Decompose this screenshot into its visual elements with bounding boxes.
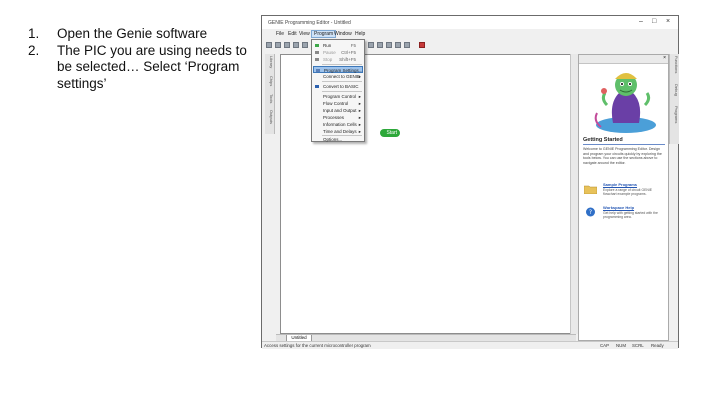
menu-help[interactable]: Help: [355, 31, 365, 37]
status-bar: Access settings for the current microcon…: [262, 341, 678, 349]
rotate-icon[interactable]: [404, 42, 410, 48]
menu-view[interactable]: View: [299, 31, 310, 37]
menu-item-input-output[interactable]: Input and Output ▸: [313, 107, 363, 114]
open-folder-icon[interactable]: [275, 42, 281, 48]
menu-item-flow-control[interactable]: Flow Control ▸: [313, 100, 363, 107]
submenu-arrow-icon: ▸: [358, 101, 361, 106]
status-ready: Ready: [651, 343, 664, 348]
close-button[interactable]: ×: [666, 18, 670, 26]
menu-item-program-control[interactable]: Program Control ▸: [313, 93, 363, 100]
folder-icon: [584, 185, 597, 194]
pointer-icon[interactable]: [377, 42, 383, 48]
convert-icon: [315, 85, 319, 88]
program-menu-dropdown: Run F5 Pause Ctrl+F5 Stop Shift+F5 Progr…: [311, 39, 365, 142]
menu-edit[interactable]: Edit: [288, 31, 297, 37]
genie-mascot-icon: [594, 73, 656, 133]
submenu-arrow-icon: ▸: [358, 94, 361, 99]
sample-programs-link[interactable]: Sample Programs: [603, 182, 637, 187]
canvas-vertical-scrollbar[interactable]: [570, 54, 578, 334]
menu-window[interactable]: Window: [334, 31, 352, 37]
menu-item-stop[interactable]: Stop Shift+F5: [313, 56, 363, 63]
help-icon: ?: [586, 207, 595, 217]
getting-started-intro: Welcome to GENIE Programming Editor. Des…: [583, 147, 662, 165]
menu-separator: [322, 91, 362, 92]
zoom-icon[interactable]: [395, 42, 401, 48]
menu-separator: [322, 81, 362, 82]
stop-menu-icon: [315, 58, 319, 61]
instruction-1: 1. Open the Genie software: [28, 26, 208, 41]
submenu-arrow-icon: ▸: [358, 108, 361, 113]
tab-outputs[interactable]: Outputs: [265, 110, 274, 124]
menu-item-connect[interactable]: Connect to GENIE ▸: [313, 73, 363, 80]
flowchart-block-icon[interactable]: [368, 42, 374, 48]
workspace-help-row: ? Workspace Help Get help with getting s…: [583, 204, 665, 226]
panel-header: ×: [579, 55, 668, 64]
submenu-arrow-icon: ▸: [358, 122, 361, 127]
getting-started-panel: × Getting Started Welcome to GENIE Progr…: [578, 54, 669, 341]
sample-programs-desc: Explore a range of circuit GENIE flowcha…: [603, 188, 652, 197]
settings-icon: [316, 69, 320, 72]
tab-debug[interactable]: Debug: [670, 84, 679, 96]
instruction-list: 1. Open the Genie software 2. The PIC you …: [28, 26, 248, 92]
tab-tools[interactable]: Tools: [265, 94, 274, 103]
submenu-arrow-icon: ▸: [358, 74, 361, 79]
submenu-arrow-icon: ▸: [358, 129, 361, 134]
menu-file[interactable]: File: [276, 31, 284, 37]
menu-item-processes[interactable]: Processes ▸: [313, 114, 363, 121]
menu-item-run[interactable]: Run F5: [313, 42, 363, 49]
status-caps: CAP: [600, 343, 610, 348]
sample-programs-row: Sample Programs Explore a range of circu…: [583, 181, 665, 203]
status-scroll: SCRL: [632, 343, 644, 348]
menu-item-program-settings[interactable]: Program Settings...: [313, 66, 363, 73]
close-icon[interactable]: ×: [663, 55, 666, 61]
print-icon[interactable]: [293, 42, 299, 48]
tab-library[interactable]: Library: [265, 56, 274, 68]
new-file-icon[interactable]: [266, 42, 272, 48]
start-block[interactable]: Start: [380, 129, 400, 137]
left-tab-strip: Library Chips Tools Outputs: [265, 54, 275, 134]
svg-text:?: ?: [589, 209, 592, 216]
menu-separator: [322, 64, 362, 65]
stop-icon[interactable]: [419, 42, 425, 48]
menu-item-convert-basic[interactable]: Convert to BASIC: [313, 83, 363, 90]
tab-functions[interactable]: Functions: [670, 56, 679, 73]
workspace-help-link[interactable]: Workspace Help: [603, 205, 634, 210]
menu-program[interactable]: Program: [311, 30, 337, 38]
right-tab-strip: Functions Debug Programs: [669, 54, 679, 144]
workspace-help-desc: Get help with getting started with the p…: [603, 211, 658, 220]
heading-underline: [583, 144, 665, 145]
menu-bar: File Edit View Program Window Help: [262, 29, 678, 39]
menu-item-pause[interactable]: Pause Ctrl+F5: [313, 49, 363, 56]
save-icon[interactable]: [284, 42, 290, 48]
tab-programs[interactable]: Programs: [670, 106, 679, 123]
window-title: GENIE Programming Editor - Untitled: [268, 20, 351, 26]
status-num: NUM: [616, 343, 626, 348]
menu-item-options[interactable]: Options...: [313, 136, 363, 143]
run-icon: [315, 44, 319, 47]
menu-item-information-cells[interactable]: Information Cells ▸: [313, 121, 363, 128]
cut-icon[interactable]: [302, 42, 308, 48]
menu-item-time-delays[interactable]: Time and Delays ▸: [313, 128, 363, 135]
pause-icon: [315, 51, 319, 54]
connect-line-icon[interactable]: [386, 42, 392, 48]
genie-app-window: GENIE Programming Editor - Untitled – □ …: [261, 15, 679, 349]
maximize-button[interactable]: □: [652, 18, 656, 26]
minimize-button[interactable]: –: [639, 18, 643, 26]
title-bar: GENIE Programming Editor - Untitled – □ …: [262, 16, 678, 29]
status-message: Access settings for the current microcon…: [264, 343, 371, 348]
getting-started-heading: Getting Started: [583, 137, 623, 143]
tab-chips[interactable]: Chips: [265, 76, 274, 86]
submenu-arrow-icon: ▸: [358, 115, 361, 120]
instruction-2: 2. The PIC you are using needs to be sele…: [28, 42, 247, 91]
